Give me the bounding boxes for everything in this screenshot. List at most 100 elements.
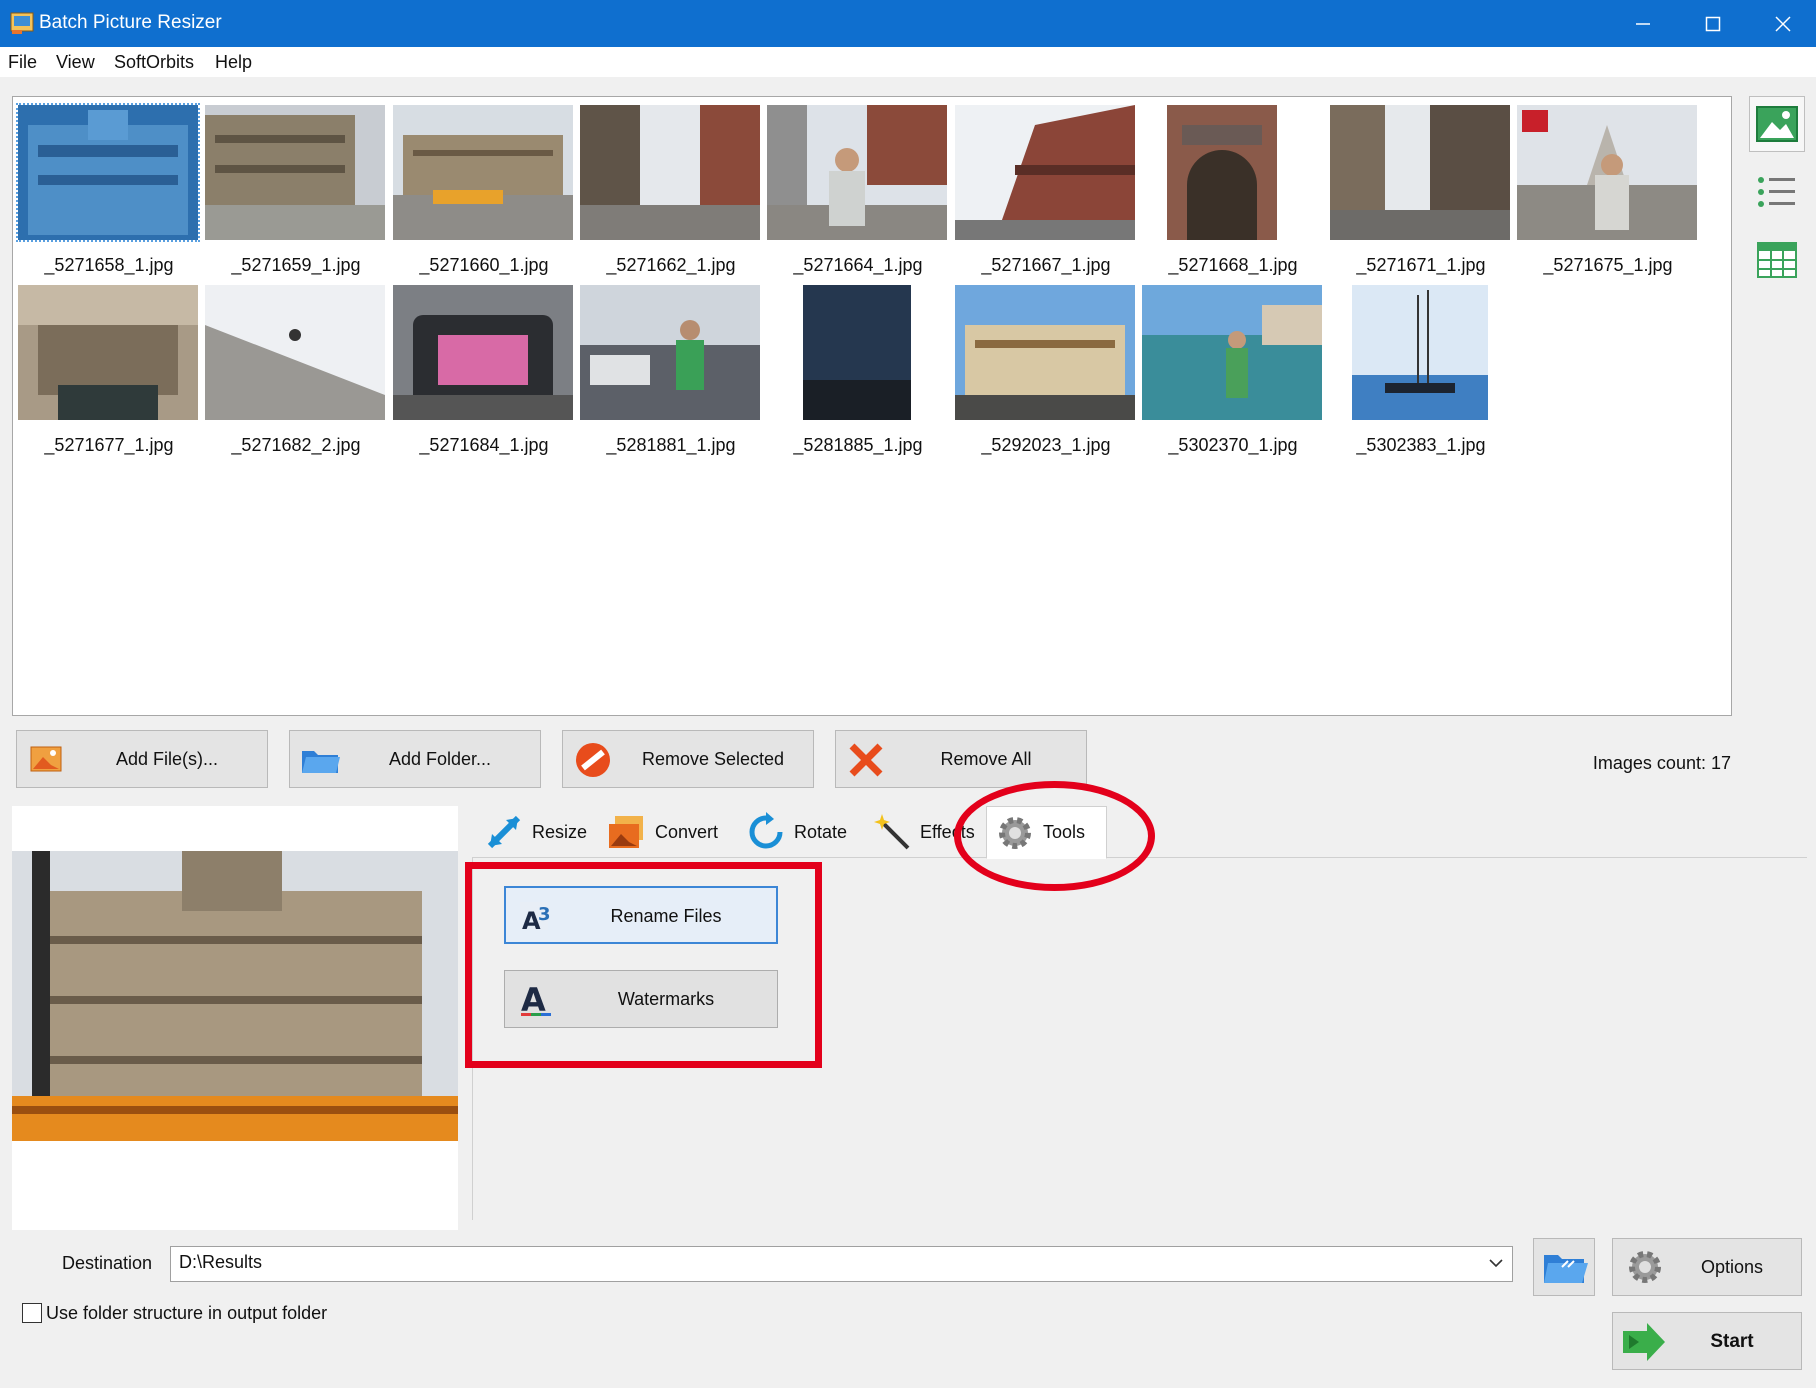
thumbnail-item[interactable]: _5271675_1.jpg (1517, 105, 1699, 279)
thumbnail-label: _5271682_2.jpg (231, 435, 361, 455)
thumbnail-label: _5271671_1.jpg (1356, 255, 1486, 275)
destination-input[interactable] (179, 1252, 1469, 1273)
add-folder-button[interactable]: Add Folder... (289, 730, 541, 788)
window-title: Batch Picture Resizer (39, 12, 222, 33)
thumbnail-label: _5271667_1.jpg (981, 255, 1111, 275)
thumbnail-item[interactable]: _5271684_1.jpg (393, 285, 575, 459)
thumbnail-label: _5271659_1.jpg (231, 255, 361, 275)
thumbnail-label: _5271684_1.jpg (419, 435, 549, 455)
thumbnail-label: _5271664_1.jpg (793, 255, 923, 275)
thumbnail-item[interactable]: _5271668_1.jpg (1142, 105, 1324, 279)
minimize-button[interactable] (1608, 0, 1678, 47)
thumbnail-item[interactable]: _5271659_1.jpg (205, 105, 387, 279)
tab-convert[interactable]: Convert (607, 806, 718, 858)
thumbnail-item[interactable]: _5281885_1.jpg (767, 285, 949, 459)
folder-structure-label: Use folder structure in output folder (46, 1303, 328, 1323)
chevron-down-icon[interactable] (1488, 1257, 1504, 1269)
thumbnail-item[interactable]: _5271677_1.jpg (18, 285, 200, 459)
thumbnail-image (393, 285, 573, 420)
arrow-right-icon (1623, 1323, 1665, 1361)
menu-bar: File View SoftOrbits Help (0, 47, 1816, 77)
folder-structure-checkbox[interactable] (22, 1303, 42, 1323)
x-mark-icon (849, 743, 883, 777)
thumbnail-item[interactable]: _5271660_1.jpg (393, 105, 575, 279)
thumbnail-label: _5271658_1.jpg (44, 255, 174, 275)
menu-help[interactable]: Help (215, 52, 252, 73)
thumbnail-item[interactable]: _5271671_1.jpg (1330, 105, 1512, 279)
thumbnail-image (205, 285, 385, 420)
menu-view[interactable]: View (56, 52, 95, 73)
thumbnail-image (205, 105, 385, 240)
maximize-button[interactable] (1678, 0, 1748, 47)
remove-selected-label: Remove Selected (641, 749, 785, 769)
thumbnail-item[interactable]: _5302383_1.jpg (1330, 285, 1512, 459)
close-button[interactable] (1748, 0, 1816, 47)
options-label: Options (1700, 1257, 1764, 1277)
options-button[interactable]: Options (1612, 1238, 1802, 1296)
thumbnail-image (18, 285, 198, 420)
list-view-button[interactable] (1749, 164, 1805, 220)
thumbnail-image (1330, 105, 1510, 240)
tab-resize[interactable]: Resize (484, 806, 587, 858)
image-gallery[interactable]: _5271658_1.jpg _5271659_1.jpg _5271660_1… (12, 96, 1732, 716)
grid-icon (1757, 242, 1797, 278)
preview-photo (12, 851, 458, 1141)
thumbnail-image (767, 285, 947, 420)
thumbnail-item[interactable]: _5271662_1.jpg (580, 105, 762, 279)
tab-rotate[interactable]: Rotate (746, 806, 847, 858)
magic-wand-icon (874, 814, 910, 850)
thumbnail-label: _5302383_1.jpg (1356, 435, 1486, 455)
thumbnail-item[interactable]: _5281881_1.jpg (580, 285, 762, 459)
thumbnail-image (580, 105, 760, 240)
start-button[interactable]: Start (1612, 1312, 1802, 1370)
tab-resize-label: Resize (532, 821, 588, 842)
thumbnail-item[interactable]: _5292023_1.jpg (955, 285, 1137, 459)
view-switcher (1749, 96, 1805, 296)
thumbnail-item[interactable]: _5302370_1.jpg (1142, 285, 1324, 459)
add-files-button[interactable]: Add File(s)... (16, 730, 268, 788)
list-icon (1758, 177, 1795, 207)
app-icon (10, 12, 34, 34)
gear-icon (1629, 1251, 1661, 1283)
picture-icon (1756, 106, 1798, 142)
destination-label: Destination (62, 1253, 153, 1273)
add-image-icon (30, 746, 62, 772)
browse-folder-button[interactable] (1533, 1238, 1595, 1296)
start-label: Start (1710, 1331, 1754, 1352)
remove-all-label: Remove All (940, 749, 1032, 769)
thumbnail-image (955, 105, 1135, 240)
menu-softorbits[interactable]: SoftOrbits (114, 52, 194, 73)
add-files-label: Add File(s)... (115, 749, 219, 769)
thumbnail-item[interactable]: _5271682_2.jpg (205, 285, 387, 459)
thumbnail-item[interactable]: _5271658_1.jpg (16, 103, 200, 279)
menu-file[interactable]: File (8, 52, 37, 73)
minimize-icon (1636, 22, 1650, 25)
image-preview (12, 806, 458, 1230)
thumbnail-image (1330, 285, 1510, 420)
thumbnail-label: _5271675_1.jpg (1543, 255, 1673, 275)
tab-rotate-label: Rotate (794, 821, 848, 842)
table-view-button[interactable] (1749, 232, 1805, 288)
thumbnail-image (955, 285, 1135, 420)
thumbnail-item[interactable]: _5271664_1.jpg (767, 105, 949, 279)
thumbnail-label: _5271677_1.jpg (44, 435, 174, 455)
thumbnail-item[interactable]: _5271667_1.jpg (955, 105, 1137, 279)
thumbnail-image (1517, 105, 1697, 240)
folder-icon (302, 751, 340, 773)
thumbnail-label: _5271668_1.jpg (1168, 255, 1298, 275)
highlight-rectangle (465, 862, 822, 1068)
thumbnail-label: _5292023_1.jpg (981, 435, 1111, 455)
remove-selected-button[interactable]: Remove Selected (562, 730, 814, 788)
maximize-icon (1705, 16, 1721, 31)
thumbnail-label: _5271660_1.jpg (419, 255, 549, 275)
images-count: Images count: 17 (1592, 753, 1731, 773)
open-folder-icon (1544, 1255, 1588, 1283)
rotate-icon (749, 812, 783, 849)
add-folder-label: Add Folder... (388, 749, 492, 769)
thumbnail-image (580, 285, 760, 420)
convert-icon (609, 816, 643, 848)
thumbnail-label: _5281885_1.jpg (793, 435, 923, 455)
remove-all-button[interactable]: Remove All (835, 730, 1087, 788)
thumbnail-view-button[interactable] (1749, 96, 1805, 152)
destination-combobox[interactable] (170, 1246, 1513, 1282)
